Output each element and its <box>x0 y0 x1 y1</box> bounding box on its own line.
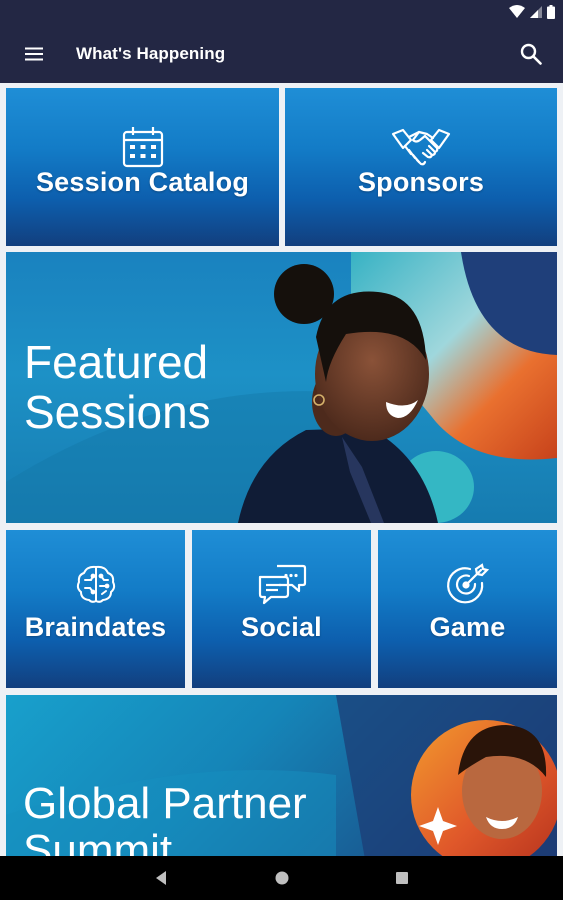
braindates-label: Braindates <box>24 612 167 642</box>
sponsors-label: Sponsors <box>357 167 485 197</box>
featured-title-line2: Sessions <box>24 386 211 438</box>
sponsors-tile[interactable]: Sponsors <box>285 88 557 246</box>
home-icon <box>275 871 289 885</box>
calendar-icon <box>122 127 163 168</box>
back-icon <box>156 871 166 885</box>
app-bar: What's Happening <box>0 24 563 83</box>
page-title: What's Happening <box>76 44 226 63</box>
search-icon <box>520 43 542 65</box>
status-bar <box>0 0 563 24</box>
search-button[interactable] <box>511 34 551 74</box>
content-area: Session Catalog Sponsors Featured Sessio… <box>0 83 563 856</box>
session-catalog-tile[interactable]: Session Catalog <box>6 88 279 246</box>
handshake-icon <box>391 128 451 166</box>
wifi-icon <box>509 5 525 18</box>
chat-bubbles-icon <box>258 564 306 605</box>
home-button[interactable] <box>262 863 302 893</box>
featured-sessions-banner[interactable]: Featured Sessions <box>6 252 557 523</box>
status-icons <box>509 4 555 20</box>
system-nav-bar <box>0 856 563 900</box>
hamburger-menu-icon <box>25 47 43 61</box>
game-tile[interactable]: Game <box>378 530 557 688</box>
social-label: Social <box>241 612 322 642</box>
back-button[interactable] <box>141 863 181 893</box>
game-label: Game <box>429 612 506 642</box>
session-catalog-label: Session Catalog <box>35 167 250 197</box>
signal-icon <box>530 6 542 18</box>
braindates-tile[interactable]: Braindates <box>6 530 185 688</box>
battery-icon <box>547 5 555 19</box>
featured-title-line1: Featured <box>24 336 209 388</box>
partner-title-line2: Summit <box>23 826 173 856</box>
brain-icon <box>76 565 115 603</box>
partner-title-line1: Global Partner <box>23 779 307 828</box>
target-icon <box>446 563 489 604</box>
social-tile[interactable]: Social <box>192 530 371 688</box>
global-partner-summit-banner[interactable]: Global Partner Summit <box>6 695 557 856</box>
menu-button[interactable] <box>14 34 54 74</box>
recents-button[interactable] <box>382 863 422 893</box>
recents-icon <box>396 872 408 884</box>
